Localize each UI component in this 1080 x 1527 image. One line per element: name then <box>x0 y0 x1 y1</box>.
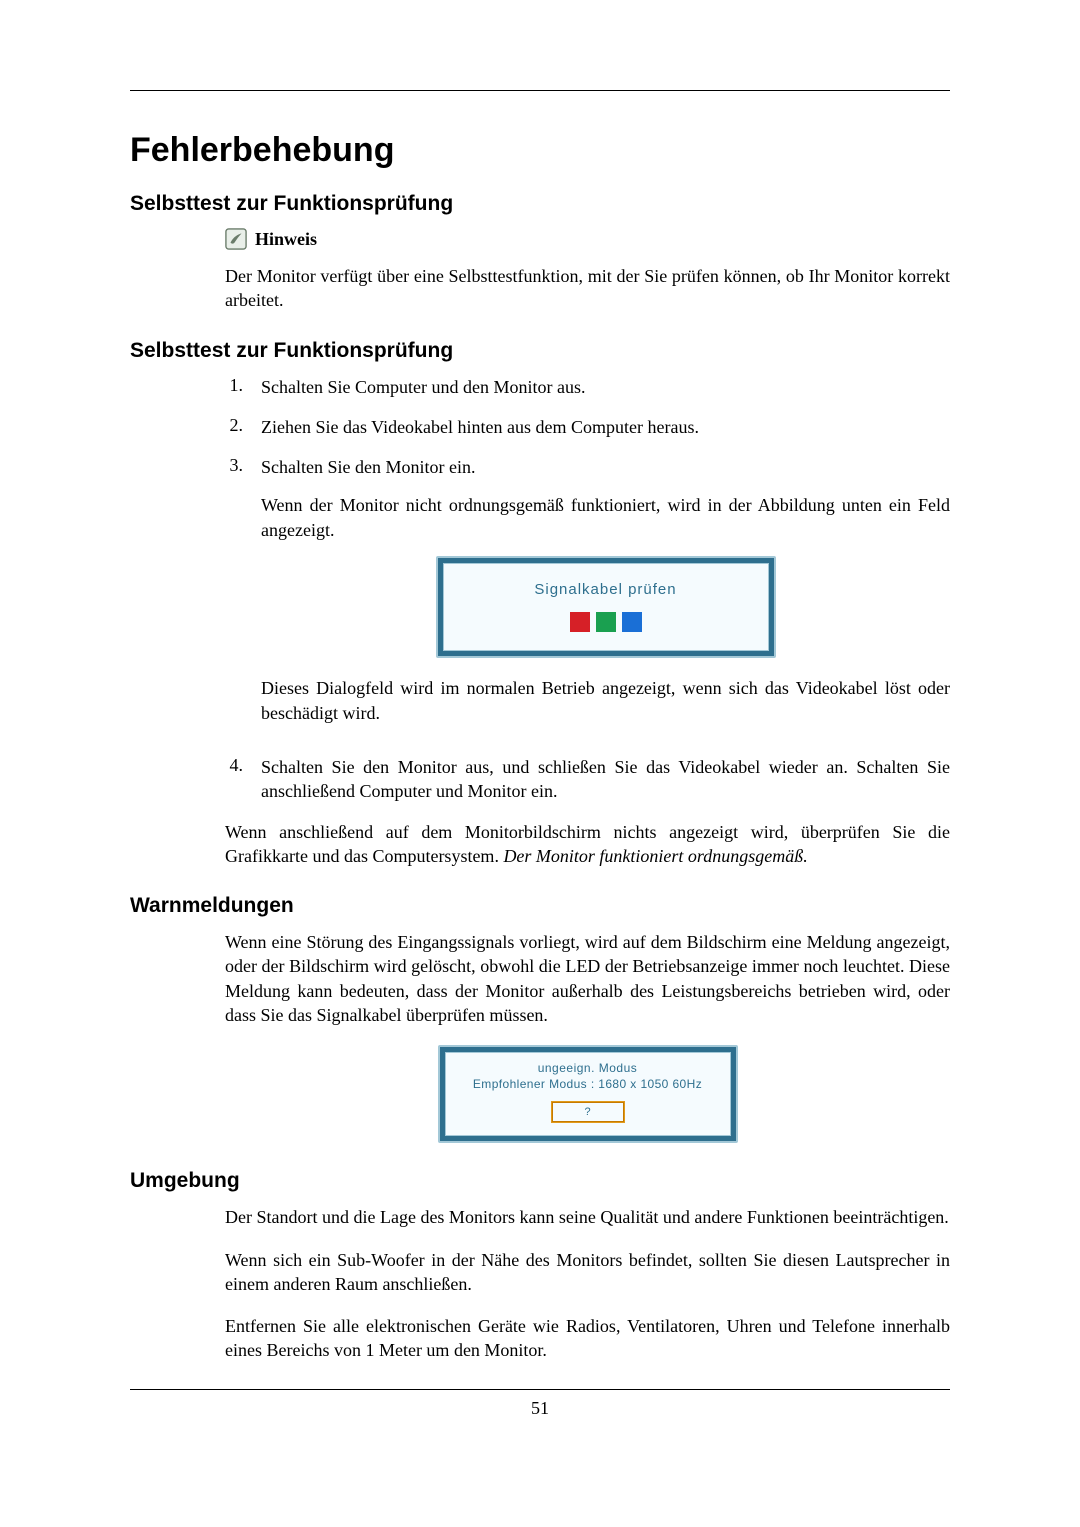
note-icon <box>225 228 247 250</box>
top-rule <box>130 90 950 91</box>
section-body: 1. Schalten Sie Computer und den Monitor… <box>225 375 950 869</box>
list-item: 4. Schalten Sie den Monitor aus, und sch… <box>225 755 950 804</box>
dialog-inner: Signalkabel prüfen <box>443 563 769 651</box>
step-number: 3. <box>225 455 243 739</box>
step-text: Schalten Sie den Monitor ein. <box>261 455 950 479</box>
list-item: 2. Ziehen Sie das Videokabel hinten aus … <box>225 415 950 439</box>
warnings-text: Wenn eine Störung des Eingangssignals vo… <box>225 930 950 1027</box>
mode-line-1: ungeeign. Modus <box>452 1061 724 1075</box>
step-after-text: Wenn der Monitor nicht ordnungsgemäß fun… <box>261 493 950 542</box>
step-number: 4. <box>225 755 243 804</box>
step-text: Schalten Sie den Monitor aus, und schlie… <box>261 755 950 804</box>
section-body: Wenn eine Störung des Eingangssignals vo… <box>225 930 950 1143</box>
dialog-frame: ungeeign. Modus Empfohlener Modus : 1680… <box>438 1045 738 1143</box>
heading-selftest-2: Selbsttest zur Funktionsprüfung <box>130 339 950 363</box>
section-body: Der Standort und die Lage des Monitors k… <box>225 1205 950 1362</box>
green-square-icon <box>596 612 616 632</box>
step-number: 1. <box>225 375 243 399</box>
red-square-icon <box>570 612 590 632</box>
dialog-inner: ungeeign. Modus Empfohlener Modus : 1680… <box>445 1052 731 1136</box>
note-row: Hinweis <box>225 228 950 250</box>
section-selftest-steps: Selbsttest zur Funktionsprüfung 1. Schal… <box>130 339 950 869</box>
figure-signal-cable: Signalkabel prüfen <box>261 556 950 658</box>
page-number: 51 <box>130 1398 950 1419</box>
closing-paragraph: Wenn anschließend auf dem Monitorbildsch… <box>225 820 950 869</box>
step-text: Schalten Sie Computer und den Monitor au… <box>261 375 950 399</box>
env-p3: Entfernen Sie alle elektronischen Geräte… <box>225 1314 950 1363</box>
help-button: ? <box>551 1101 625 1123</box>
list-item: 3. Schalten Sie den Monitor ein. Wenn de… <box>225 455 950 739</box>
step-text: Ziehen Sie das Videokabel hinten aus dem… <box>261 415 950 439</box>
heading-selftest-1: Selbsttest zur Funktionsprüfung <box>130 192 950 216</box>
heading-warnings: Warnmeldungen <box>130 894 950 918</box>
note-label: Hinweis <box>255 229 317 250</box>
env-p1: Der Standort und die Lage des Monitors k… <box>225 1205 950 1229</box>
list-item: 1. Schalten Sie Computer und den Monitor… <box>225 375 950 399</box>
closing-italic: Der Monitor funktioniert ordnungsgemäß. <box>503 846 807 866</box>
page-title: Fehlerbehebung <box>130 131 950 170</box>
step-number: 2. <box>225 415 243 439</box>
bottom-rule <box>130 1389 950 1390</box>
figure-mode: ungeeign. Modus Empfohlener Modus : 1680… <box>225 1045 950 1143</box>
env-p2: Wenn sich ein Sub-Woofer in der Nähe des… <box>225 1248 950 1297</box>
step-body: Schalten Sie den Monitor ein. Wenn der M… <box>261 455 950 739</box>
section-selftest-intro: Selbsttest zur Funktionsprüfung Hinweis … <box>130 192 950 313</box>
section-environment: Umgebung Der Standort und die Lage des M… <box>130 1169 950 1362</box>
color-squares <box>452 612 760 632</box>
section-body: Hinweis Der Monitor verfügt über eine Se… <box>225 228 950 313</box>
blue-square-icon <box>622 612 642 632</box>
mode-line-2: Empfohlener Modus : 1680 x 1050 60Hz <box>452 1077 724 1091</box>
button-wrap: ? <box>452 1101 724 1123</box>
dialog-title: Signalkabel prüfen <box>452 580 760 600</box>
note-text: Der Monitor verfügt über eine Selbsttest… <box>225 264 950 313</box>
step-list: 1. Schalten Sie Computer und den Monitor… <box>225 375 950 804</box>
document-page: Fehlerbehebung Selbsttest zur Funktionsp… <box>0 0 1080 1527</box>
section-warnings: Warnmeldungen Wenn eine Störung des Eing… <box>130 894 950 1143</box>
heading-environment: Umgebung <box>130 1169 950 1193</box>
dialog-frame: Signalkabel prüfen <box>436 556 776 658</box>
step-after-text-2: Dieses Dialogfeld wird im normalen Betri… <box>261 676 950 725</box>
